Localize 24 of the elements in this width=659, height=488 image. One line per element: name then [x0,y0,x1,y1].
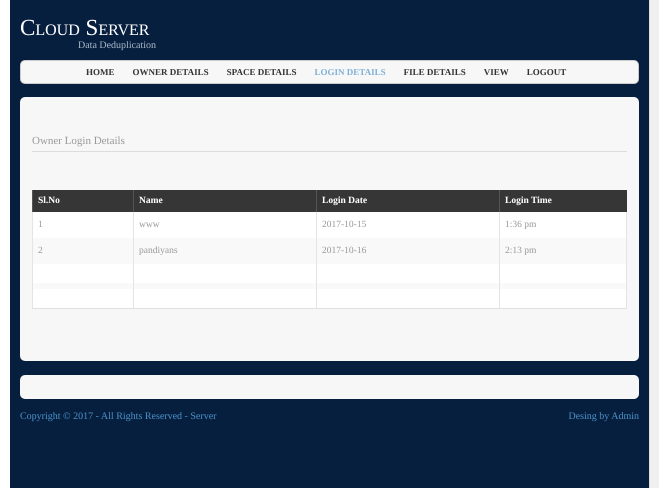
nav-link[interactable]: HOME [77,67,124,77]
site-subtitle: Data Deduplication [78,40,156,51]
copyright-text: Copyright © 2017 - All Rights Reserved - Server [20,411,216,422]
table-cell: 2017-10-16 [316,238,500,264]
table-cell: 2017-10-15 [316,212,500,238]
column-header: Name [134,190,316,212]
nav-link[interactable]: VIEW [474,67,518,77]
nav-link[interactable]: OWNER DETAILS [124,67,218,77]
column-header: Login Date [316,190,500,212]
nav-link[interactable]: FILE DETAILS [394,67,475,77]
table-cell: 1:36 pm [500,212,627,238]
table-cell: 2 [32,238,134,264]
table-cell: www [134,212,316,238]
credit-text: Desing by Admin [568,411,640,422]
column-header: Sl.No [32,190,134,212]
section-heading: Owner Login Details [32,134,125,147]
nav-link[interactable]: SPACE DETAILS [218,67,306,77]
table-cell: 2:13 pm [500,238,627,264]
table-cell: 1 [32,212,134,238]
column-header: Login Time [500,190,627,212]
table-cell: pandiyans [134,238,316,264]
scrollbar[interactable] [649,0,659,488]
site-title: Cloud Server [20,16,150,40]
nav-link[interactable]: LOGOUT [518,67,576,77]
